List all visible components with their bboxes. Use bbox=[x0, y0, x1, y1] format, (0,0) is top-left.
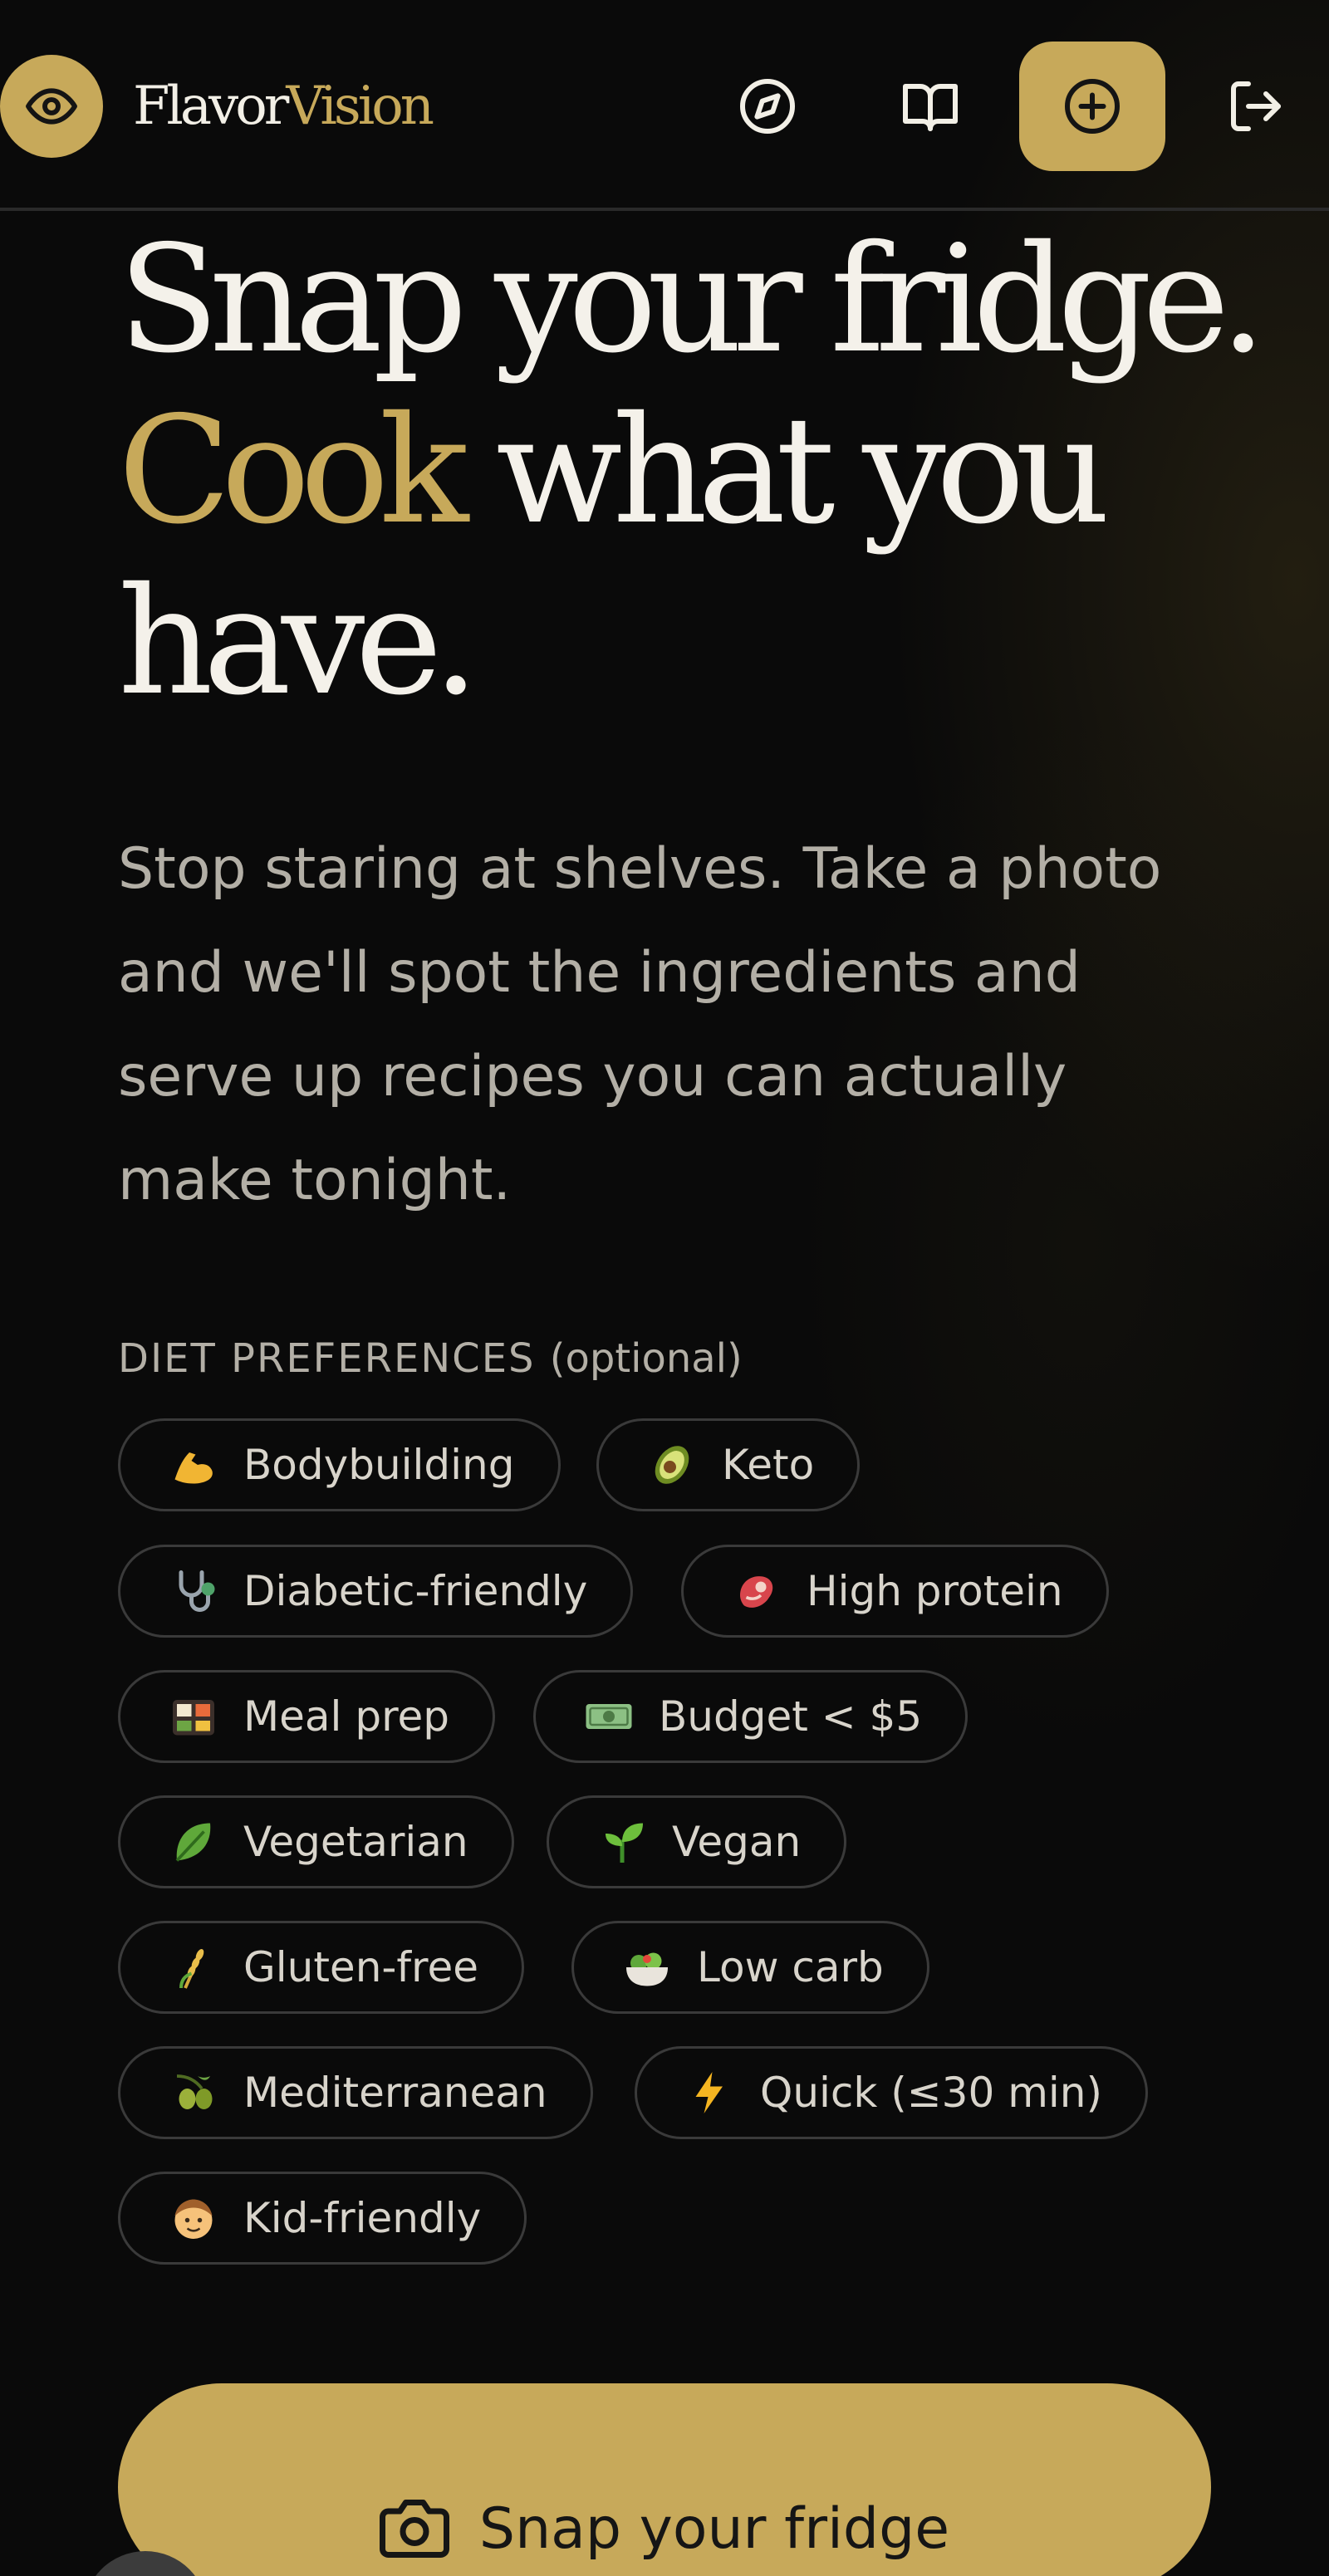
camera-icon bbox=[379, 2500, 449, 2558]
stethoscope-icon bbox=[167, 1565, 220, 1618]
snap-fridge-button-label: Snap your fridge bbox=[478, 2495, 950, 2562]
optional-hint: (optional) bbox=[549, 1335, 743, 1382]
chip-meal-prep[interactable]: Meal prep bbox=[118, 1670, 496, 1763]
hero-title-line2: Cook what you bbox=[118, 385, 1281, 556]
new-snap-button[interactable] bbox=[1019, 42, 1165, 171]
dollar-bill-icon bbox=[582, 1690, 635, 1743]
chip-label: Bodybuilding bbox=[243, 1441, 515, 1489]
chip-label: Mediterranean bbox=[243, 2069, 547, 2117]
chip-bodybuilding[interactable]: Bodybuilding bbox=[118, 1418, 561, 1511]
meat-icon bbox=[730, 1565, 783, 1618]
brand-name-part2: Vision bbox=[286, 76, 434, 137]
avocado-icon bbox=[645, 1438, 699, 1491]
chip-label: Low carb bbox=[697, 1943, 884, 1991]
chip-kid-friendly[interactable]: Kid-friendly bbox=[118, 2172, 527, 2265]
chip-label: High protein bbox=[807, 1567, 1063, 1615]
chip-label: Keto bbox=[722, 1441, 815, 1489]
chip-diabetic-friendly[interactable]: Diabetic-friendly bbox=[118, 1545, 634, 1638]
logout-icon bbox=[1231, 81, 1281, 131]
compass-icon bbox=[740, 79, 795, 134]
diet-preferences-label: Diet preferences (optional) bbox=[118, 1332, 743, 1385]
chip-label: Quick (≤30 min) bbox=[760, 2069, 1102, 2117]
snap-fridge-button[interactable]: Snap your fridge bbox=[118, 2383, 1211, 2576]
chip-quick[interactable]: Quick (≤30 min) bbox=[635, 2046, 1148, 2139]
olive-icon bbox=[167, 2066, 220, 2119]
top-nav-bar: FlavorVision bbox=[0, 0, 1329, 211]
chip-gluten-free[interactable]: Gluten-free bbox=[118, 1921, 525, 2014]
leafy-green-icon bbox=[167, 1815, 220, 1868]
logout-button[interactable] bbox=[1183, 42, 1329, 171]
hero-title-highlight: Cook bbox=[118, 384, 468, 556]
chip-keto[interactable]: Keto bbox=[596, 1418, 861, 1511]
chip-label: Diabetic-friendly bbox=[243, 1567, 588, 1615]
logo-badge[interactable] bbox=[0, 55, 103, 158]
hero-title-line2-rest: what you bbox=[459, 384, 1111, 556]
plus-circle-icon bbox=[1065, 79, 1120, 134]
chip-label: Vegan bbox=[672, 1818, 802, 1866]
chip-mediterranean[interactable]: Mediterranean bbox=[118, 2046, 593, 2139]
hero-subtitle: Stop staring at shelves. Take a photo an… bbox=[118, 836, 1162, 1213]
chip-vegan[interactable]: Vegan bbox=[547, 1795, 847, 1888]
lightning-icon bbox=[684, 2066, 737, 2119]
snap-fridge-button-content: Snap your fridge bbox=[379, 2483, 950, 2574]
green-salad-icon bbox=[620, 1941, 674, 1994]
chip-label: Meal prep bbox=[243, 1692, 450, 1741]
recipes-book-button[interactable] bbox=[857, 42, 1003, 171]
hero-title-line3: have. bbox=[118, 556, 479, 727]
chip-low-carb[interactable]: Low carb bbox=[571, 1921, 929, 2014]
bento-box-icon bbox=[167, 1690, 220, 1743]
explore-button[interactable] bbox=[694, 42, 841, 171]
child-icon bbox=[167, 2192, 220, 2245]
brand-name-part1: Flavor bbox=[133, 76, 289, 137]
hero-title: Snap your fridge. Cook what you have. bbox=[118, 214, 1281, 727]
chip-vegetarian[interactable]: Vegetarian bbox=[118, 1795, 514, 1888]
chip-label: Budget < $5 bbox=[659, 1692, 923, 1741]
chip-high-protein[interactable]: High protein bbox=[681, 1545, 1109, 1638]
chip-label: Gluten-free bbox=[243, 1943, 479, 1991]
flexed-biceps-icon bbox=[167, 1438, 220, 1491]
seedling-icon bbox=[596, 1815, 649, 1868]
eye-icon bbox=[26, 88, 77, 125]
diet-preferences-heading: Diet preferences bbox=[118, 1335, 536, 1382]
hero-title-line1: Snap your fridge. bbox=[118, 213, 1267, 385]
chip-label: Kid-friendly bbox=[243, 2194, 482, 2242]
chip-label: Vegetarian bbox=[243, 1818, 468, 1866]
book-icon bbox=[903, 84, 958, 131]
wheat-icon bbox=[167, 1941, 220, 1994]
brand-logo[interactable]: FlavorVision bbox=[133, 70, 434, 143]
chip-budget[interactable]: Budget < $5 bbox=[533, 1670, 969, 1763]
